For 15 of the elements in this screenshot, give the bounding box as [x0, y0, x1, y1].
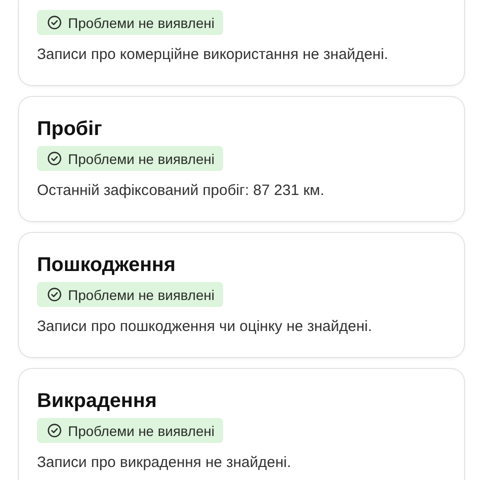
badge-label: Проблеми не виявлені — [68, 150, 214, 166]
card-title: Пробіг — [37, 117, 104, 142]
badge-label: Проблеми не виявлені — [68, 422, 214, 438]
check-circle-icon — [47, 15, 62, 30]
card-title: Пошкодження — [37, 253, 177, 278]
check-circle-icon — [47, 151, 62, 166]
card-text: Записи про викрадення не знайдені. — [37, 453, 292, 473]
card-text: Останній зафіксований пробіг: 87 231 км. — [37, 181, 326, 201]
card-text: Записи про комерційне використання не знайдені. — [37, 45, 390, 65]
check-circle-icon — [47, 287, 62, 302]
card-title: Викрадення — [37, 389, 158, 414]
badge-label: Проблеми не виявлені — [68, 286, 214, 302]
badge-label: Проблеми не виявлені — [68, 14, 214, 30]
card-text: Записи про пошкодження чи оцінку не знайдені. — [37, 317, 374, 337]
check-circle-icon — [47, 423, 62, 438]
